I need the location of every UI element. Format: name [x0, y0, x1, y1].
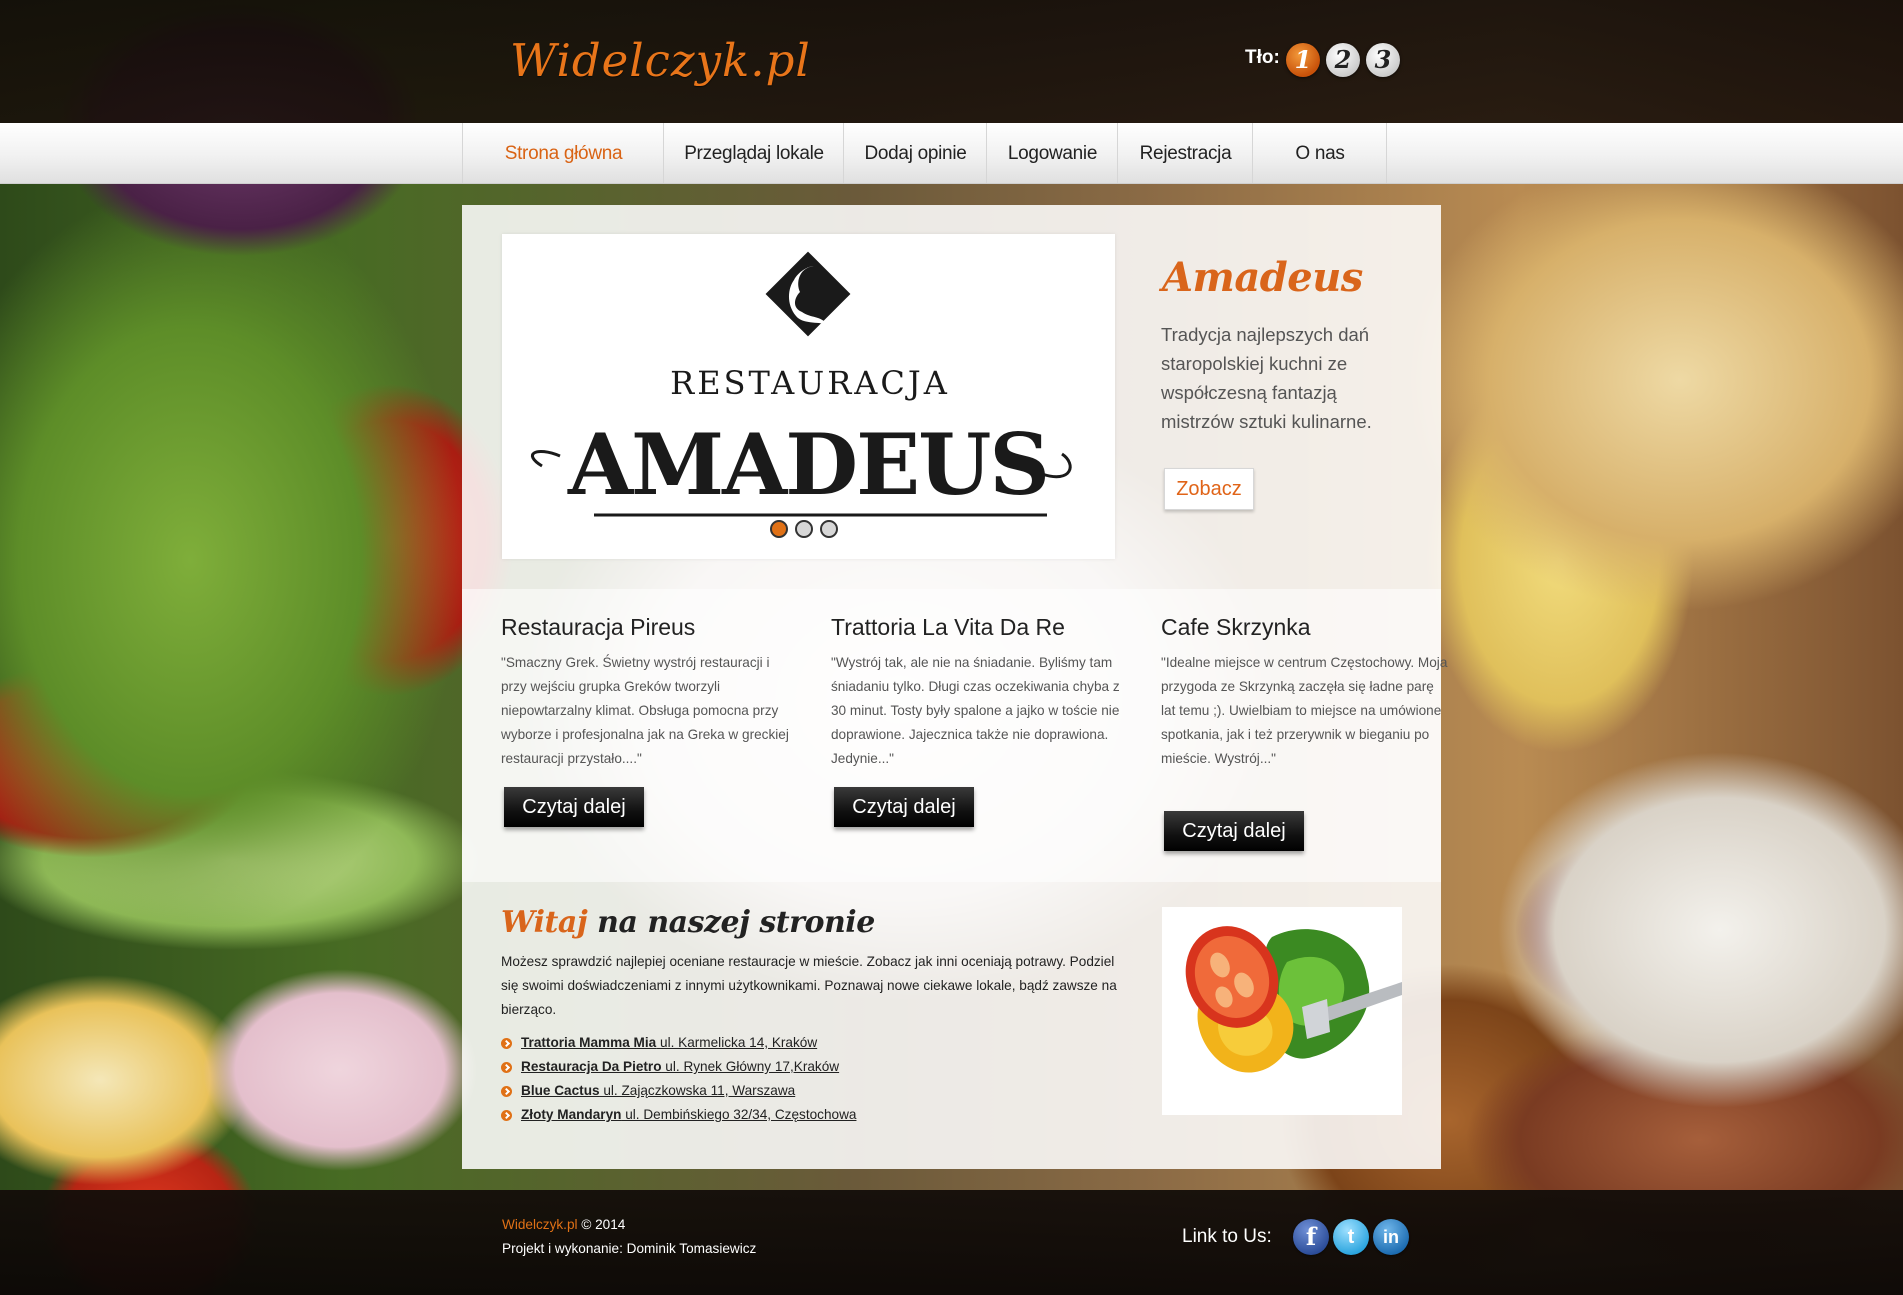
restaurant-link-4[interactable]: Złoty Mandaryn ul. Dembińskiego 32/34, C…: [521, 1103, 856, 1127]
footer-brand-link[interactable]: Widelczyk.pl: [502, 1217, 578, 1232]
featured-slider[interactable]: RESTAURACJA AMADEUS: [502, 234, 1115, 559]
restaurant-link-3[interactable]: Blue Cactus ul. Zajączkowska 11, Warszaw…: [521, 1079, 795, 1103]
food-on-fork-image: [1162, 907, 1402, 1115]
nav-divider: [1386, 123, 1387, 183]
footer-copyright: Widelczyk.pl © 2014: [502, 1217, 626, 1232]
background-selector-label: Tło:: [1245, 47, 1280, 68]
footer-credit: Projekt i wykonanie: Dominik Tomasiewicz: [502, 1241, 757, 1256]
review-text-2: "Wystrój tak, ale nie na śniadanie. Byli…: [831, 655, 1120, 766]
featured-title: Amadeus: [1162, 254, 1363, 301]
nav-add-review[interactable]: Dodaj opinie: [843, 123, 987, 183]
linkedin-icon[interactable]: in: [1373, 1219, 1409, 1255]
welcome-heading-accent: Witaj: [501, 905, 588, 940]
nav-browse-venues[interactable]: Przeglądaj lokale: [663, 123, 844, 183]
background-option-1[interactable]: 1: [1286, 43, 1320, 77]
review-title-3[interactable]: Cafe Skrzynka: [1161, 614, 1311, 641]
footer-link-label: Link to Us:: [1182, 1226, 1272, 1247]
main-navigation: Strona główna Przeglądaj lokale Dodaj op…: [0, 123, 1903, 184]
review-title-1[interactable]: Restauracja Pireus: [501, 614, 695, 641]
review-text-1: "Smaczny Grek. Świetny wystrój restaurac…: [501, 655, 789, 766]
read-more-button-3[interactable]: Czytaj dalej: [1164, 811, 1304, 851]
featured-description: Tradycja najlepszych dań staropolskiej k…: [1161, 324, 1372, 432]
nav-home[interactable]: Strona główna: [462, 123, 664, 183]
nav-register[interactable]: Rejestracja: [1117, 123, 1253, 183]
read-more-button-1[interactable]: Czytaj dalej: [504, 787, 644, 827]
review-title-2[interactable]: Trattoria La Vita Da Re: [831, 614, 1065, 641]
slider-dot-2[interactable]: [795, 520, 813, 538]
facebook-icon[interactable]: f: [1293, 1219, 1329, 1255]
background-option-2[interactable]: 2: [1326, 43, 1360, 77]
welcome-heading-rest: na naszej stronie: [587, 905, 875, 940]
see-featured-button[interactable]: Zobacz: [1164, 468, 1254, 510]
welcome-text: Możesz sprawdzić najlepiej oceniane rest…: [501, 954, 1117, 1017]
twitter-icon[interactable]: t: [1333, 1219, 1369, 1255]
slider-logo-main: AMADEUS: [567, 415, 1048, 514]
footer: [0, 1190, 1903, 1295]
slider-logo-top: RESTAURACJA: [670, 364, 950, 402]
chevron-right-icon: [501, 1086, 512, 1097]
welcome-heading: Witaj na naszej stronie: [501, 905, 875, 940]
slider-dot-3[interactable]: [820, 520, 838, 538]
header: Widelczyk.pl Tło: 1 2 3: [0, 0, 1903, 123]
background-option-3[interactable]: 3: [1366, 43, 1400, 77]
chevron-right-icon: [501, 1110, 512, 1121]
nav-about[interactable]: O nas: [1252, 123, 1387, 183]
review-text-3: "Idealne miejsce w centrum Częstochowy. …: [1161, 655, 1448, 766]
restaurant-link-1[interactable]: Trattoria Mamma Mia ul. Karmelicka 14, K…: [521, 1031, 817, 1055]
amadeus-logo-graphic: RESTAURACJA AMADEUS: [530, 251, 1072, 517]
read-more-button-2[interactable]: Czytaj dalej: [834, 787, 974, 827]
nav-login[interactable]: Logowanie: [986, 123, 1118, 183]
slider-dot-1[interactable]: [770, 520, 788, 538]
site-logo[interactable]: Widelczyk.pl: [510, 34, 811, 87]
chevron-right-icon: [501, 1062, 512, 1073]
chevron-right-icon: [501, 1038, 512, 1049]
restaurant-link-2[interactable]: Restauracja Da Pietro ul. Rynek Główny 1…: [521, 1055, 839, 1079]
